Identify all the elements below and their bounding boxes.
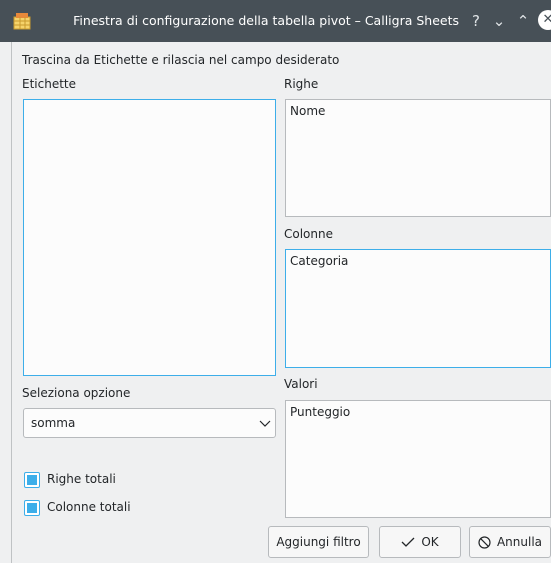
row-totals-checkbox[interactable]: Righe totali [24,472,116,488]
list-item[interactable]: Nome [290,104,325,118]
cancel-button[interactable]: Annulla [469,526,551,558]
columns-title: Colonne [284,227,333,241]
add-filter-label: Aggiungi filtro [276,535,361,549]
checkbox-checked-indicator [27,503,37,513]
option-selected-value: somma [31,416,76,430]
row-totals-label: Righe totali [47,472,116,486]
minimize-button[interactable]: ⌄ [490,12,508,30]
ok-button[interactable]: OK [379,526,461,558]
labels-title: Etichette [22,77,76,91]
columns-list[interactable]: Categoria [285,249,551,368]
add-filter-button[interactable]: Aggiungi filtro [268,526,369,558]
dialog-content: Trascina da Etichette e rilascia nel cam… [11,42,551,563]
rows-list[interactable]: Nome [285,99,551,217]
list-item[interactable]: Categoria [290,254,348,268]
list-item[interactable]: Punteggio [290,405,350,419]
column-totals-checkbox[interactable]: Colonne totali [24,500,131,516]
checkbox-checked-indicator [27,475,37,485]
rows-title: Righe [284,77,319,91]
calligra-sheets-icon [13,13,31,30]
cancel-label: Annulla [496,535,543,549]
instruction-text: Trascina da Etichette e rilascia nel cam… [22,53,340,67]
ok-label: OK [421,535,439,549]
column-totals-label: Colonne totali [47,500,131,514]
checkmark-icon [401,537,415,547]
option-title: Seleziona opzione [22,386,131,400]
close-button[interactable]: ✕ [538,10,551,30]
values-title: Valori [284,377,318,391]
window-title: Finestra di configurazione della tabella… [73,13,459,28]
cancel-icon [478,535,491,549]
maximize-button[interactable]: ⌃ [514,12,532,30]
help-button[interactable]: ? [467,12,485,30]
title-bar: Finestra di configurazione della tabella… [0,0,551,42]
option-select[interactable]: somma [23,408,276,438]
values-list[interactable]: Punteggio [285,400,551,518]
labels-list[interactable] [23,99,276,376]
chevron-down-icon [259,420,271,427]
